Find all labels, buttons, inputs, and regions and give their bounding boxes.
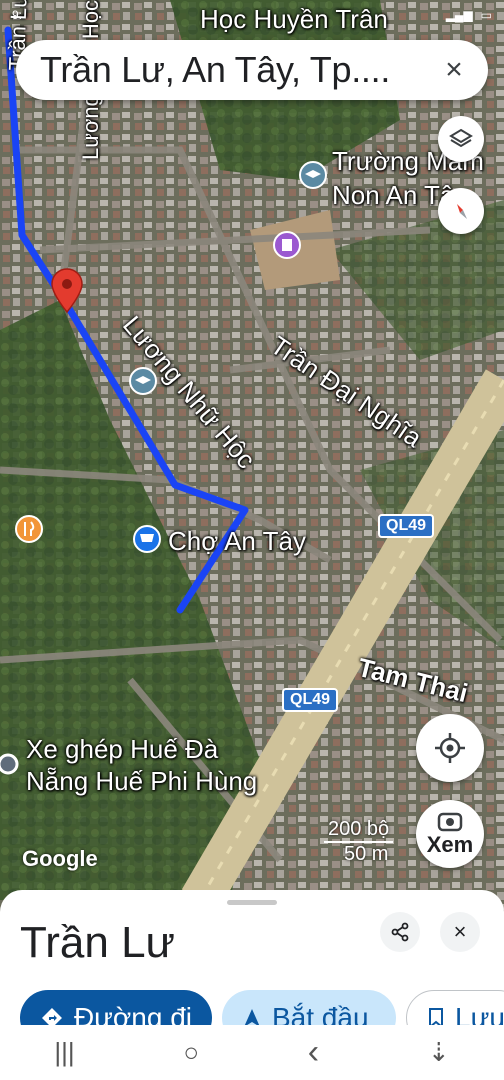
close-icon[interactable]: × [440, 912, 480, 952]
scale-top-label: 200 bộ [324, 818, 394, 843]
drag-handle[interactable] [227, 900, 277, 905]
crosshair-icon [435, 733, 465, 763]
lens-button[interactable]: Xem [416, 800, 484, 868]
share-button[interactable] [380, 912, 420, 952]
battery-icon: ▭ [480, 8, 492, 22]
save-button[interactable]: Lưu [406, 990, 504, 1025]
navigation-arrow-icon [244, 1009, 260, 1025]
home-button[interactable]: ○ [183, 1037, 199, 1068]
close-icon[interactable]: × [436, 52, 472, 88]
system-nav-bar: ||| ○ ‹ ⇣ [0, 1025, 504, 1080]
directions-button[interactable]: Đường đi [20, 990, 212, 1025]
search-query[interactable]: Trần Lư, An Tây, Tp.... [40, 49, 436, 91]
camera-icon [437, 812, 463, 832]
layers-icon [449, 128, 473, 148]
map-scale: 200 bộ 50 m [324, 818, 394, 866]
poi-label-market: Chợ An Tây [168, 526, 306, 556]
directions-label: Đường đi [73, 1002, 192, 1025]
time-text: 9: [12, 8, 23, 22]
place-sheet[interactable]: Trần Lư × Đường đi Bắt đầu Lưu [0, 890, 504, 1025]
back-button[interactable]: ‹ [308, 1033, 319, 1072]
status-bar: 9: ▂▄▆ ▭ [0, 0, 504, 30]
bookmark-icon [429, 1008, 443, 1025]
share-icon [391, 922, 409, 942]
start-label: Bắt đầu [272, 1002, 369, 1025]
directions-icon [41, 1008, 62, 1025]
my-location-button[interactable] [416, 714, 484, 782]
layers-button[interactable] [438, 116, 484, 162]
lens-label: Xem [426, 832, 474, 857]
assistant-button[interactable]: ⇣ [428, 1037, 450, 1068]
save-label: Lưu [455, 1002, 504, 1025]
place-title: Trần Lư [20, 918, 175, 967]
compass-icon [457, 204, 467, 219]
highway-badge: QL49 [378, 514, 435, 538]
scale-bottom-label: 50 m [344, 843, 389, 865]
recents-button[interactable]: ||| [54, 1037, 74, 1068]
poi-label-business-2: Nẵng Huế Phi Hùng [26, 766, 258, 796]
compass-button[interactable] [438, 188, 484, 234]
start-button[interactable]: Bắt đầu [222, 990, 396, 1025]
google-logo: Google [22, 846, 98, 871]
search-bar[interactable]: Trần Lư, An Tây, Tp.... × [16, 40, 488, 100]
signal-icon: ▂▄▆ [445, 8, 473, 22]
poi-label-business-1: Xe ghép Huế Đà [26, 734, 219, 764]
highway-badge: QL49 [282, 688, 339, 712]
